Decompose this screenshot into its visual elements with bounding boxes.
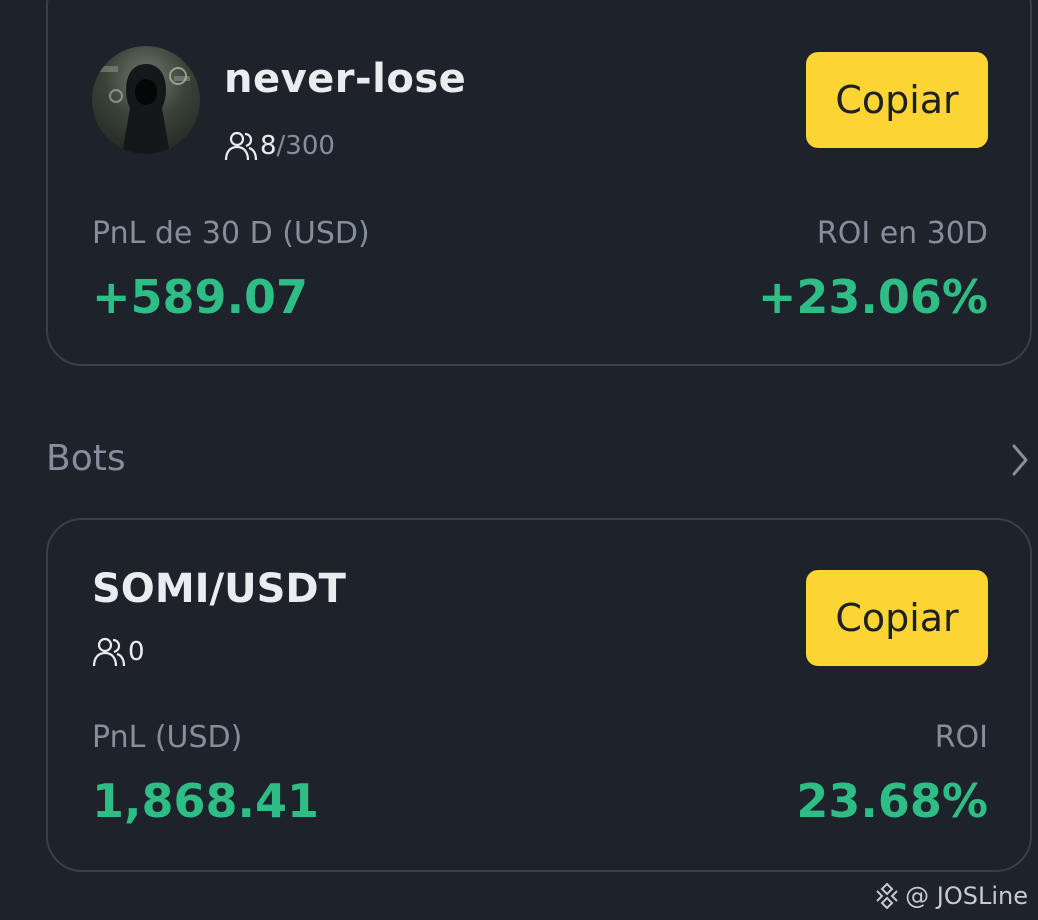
bot-pair-name[interactable]: SOMI/USDT: [92, 566, 346, 612]
watermark: @ JOSLine: [873, 882, 1028, 910]
binance-icon: [876, 882, 898, 910]
watermark-text: @ JOSLine: [905, 882, 1028, 910]
roi-value: 23.68%: [796, 774, 988, 828]
followers-count: 0: [128, 637, 145, 667]
roi-label: ROI: [934, 720, 988, 755]
copy-bot-button[interactable]: Copiar: [806, 570, 988, 666]
bot-followers: 0: [92, 636, 145, 668]
pnl-label: PnL de 30 D (USD): [92, 216, 370, 251]
followers-count: 8: [260, 131, 277, 161]
trader-avatar[interactable]: [92, 46, 200, 154]
trader-followers: 8 /300: [224, 130, 335, 162]
roi-label: ROI en 30D: [816, 216, 988, 251]
people-icon: [224, 131, 258, 161]
bots-section-title[interactable]: Bots: [46, 438, 126, 479]
people-icon: [92, 637, 126, 667]
hooded-figure-icon: [100, 64, 190, 154]
pnl-value: +589.07: [92, 270, 309, 324]
roi-value: +23.06%: [757, 270, 988, 324]
pnl-label: PnL (USD): [92, 720, 243, 755]
followers-max: /300: [276, 131, 335, 161]
copy-trader-button[interactable]: Copiar: [806, 52, 988, 148]
chevron-right-icon[interactable]: [1010, 442, 1030, 478]
pnl-value: 1,868.41: [92, 774, 319, 828]
trader-card[interactable]: never-lose 8 /300 Copiar PnL de 30 D (US…: [46, 0, 1032, 366]
bot-card[interactable]: SOMI/USDT 0 Copiar PnL (USD) 1,868.41 RO…: [46, 518, 1032, 872]
trader-name[interactable]: never-lose: [224, 56, 466, 102]
